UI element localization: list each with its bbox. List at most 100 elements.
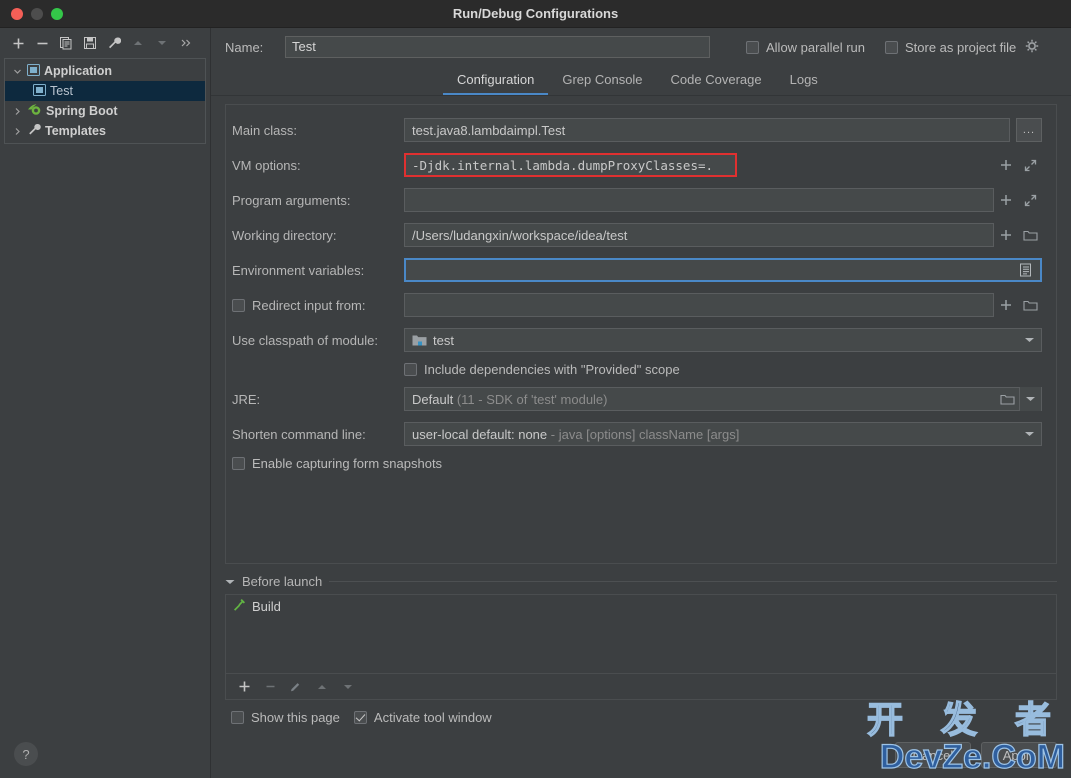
redirect-input-browse-icon[interactable] [1018, 293, 1042, 317]
environment-variables-row: Environment variables: [226, 257, 1056, 283]
window-controls[interactable] [0, 7, 63, 20]
chevron-down-icon[interactable] [1019, 423, 1039, 445]
chevron-double-right-icon[interactable] [176, 33, 196, 53]
include-provided-scope-checkbox[interactable] [404, 363, 417, 376]
working-directory-row: Working directory: /Users/ludangxin/work… [226, 222, 1056, 248]
apply-button[interactable]: Apply [981, 742, 1057, 768]
program-arguments-add-icon[interactable] [994, 188, 1018, 212]
redirect-input-add-icon[interactable] [994, 293, 1018, 317]
before-launch-list[interactable]: Build [225, 594, 1057, 674]
redirect-input-field[interactable] [404, 293, 994, 317]
main-class-input[interactable]: test.java8.lambdaimpl.Test [404, 118, 1010, 142]
spring-boot-icon [27, 103, 42, 119]
before-launch-item-build[interactable]: Build [226, 595, 1056, 617]
configurations-tree[interactable]: Application Test Spring Boot Templates [4, 58, 206, 144]
tab-logs[interactable]: Logs [776, 68, 832, 95]
redirect-input-option[interactable]: Redirect input from: [232, 298, 404, 313]
form-snapshots-option[interactable]: Enable capturing form snapshots [232, 456, 1056, 471]
activate-tool-window-checkbox[interactable] [353, 711, 367, 724]
jre-browse-icon[interactable] [995, 387, 1019, 411]
redirect-input-checkbox[interactable] [232, 298, 245, 312]
before-launch-collapse-icon[interactable] [225, 574, 235, 589]
store-as-project-file-checkbox[interactable] [885, 40, 898, 54]
main-class-browse-button[interactable]: ... [1016, 118, 1042, 142]
wrench-icon[interactable] [104, 33, 124, 53]
vm-options-expand-icon[interactable] [1018, 153, 1042, 177]
before-launch-header[interactable]: Before launch [225, 574, 1057, 589]
name-row: Name: Test Allow parallel run Store as p… [211, 28, 1071, 66]
application-icon [33, 83, 46, 99]
activate-tool-window-option[interactable]: Activate tool window [353, 710, 492, 725]
allow-parallel-run-checkbox[interactable] [746, 40, 759, 54]
jre-hint: (11 - SDK of 'test' module) [456, 391, 608, 407]
hammer-icon [232, 598, 246, 615]
chevron-right-icon[interactable] [11, 127, 23, 136]
save-icon[interactable] [80, 33, 100, 53]
program-arguments-expand-icon[interactable] [1018, 188, 1042, 212]
close-window-button[interactable] [11, 7, 23, 20]
task-move-up-button[interactable] [312, 677, 332, 697]
form-snapshots-checkbox[interactable] [232, 457, 245, 470]
classpath-module-row: Use classpath of module: test [226, 327, 1056, 353]
chevron-down-icon[interactable] [11, 67, 23, 76]
environment-variables-input[interactable] [404, 258, 1042, 282]
jre-combo[interactable]: Default (11 - SDK of 'test' module) [404, 387, 1042, 411]
working-directory-browse-icon[interactable] [1018, 223, 1042, 247]
show-this-page-option[interactable]: Show this page [231, 710, 340, 725]
tab-configuration[interactable]: Configuration [443, 68, 549, 95]
tree-item-label: Test [50, 84, 73, 98]
working-directory-input[interactable]: /Users/ludangxin/workspace/idea/test [404, 223, 994, 247]
before-launch-title: Before launch [242, 574, 323, 589]
classpath-module-combo[interactable]: test [404, 328, 1042, 352]
gear-icon[interactable] [1025, 39, 1039, 56]
include-provided-scope-label: Include dependencies with "Provided" sco… [424, 362, 680, 377]
tree-item-test[interactable]: Test [5, 81, 205, 101]
remove-task-button[interactable] [260, 677, 280, 697]
add-task-button[interactable] [234, 677, 254, 697]
triangle-down-icon[interactable] [152, 33, 172, 53]
jre-row: JRE: Default (11 - SDK of 'test' module) [226, 386, 1056, 412]
environment-variables-edit-icon[interactable] [1013, 258, 1037, 282]
vm-options-input[interactable]: -Djdk.internal.lambda.dumpProxyClasses=. [404, 153, 737, 177]
tree-item-application[interactable]: Application [5, 61, 205, 81]
sidebar-toolbar [0, 28, 210, 58]
chevron-right-icon[interactable] [11, 107, 23, 116]
redirect-input-label: Redirect input from: [252, 297, 366, 313]
task-move-down-button[interactable] [338, 677, 358, 697]
chevron-down-icon[interactable] [1019, 329, 1039, 351]
vm-options-value: -Djdk.internal.lambda.dumpProxyClasses=. [412, 157, 714, 173]
tab-code-coverage[interactable]: Code Coverage [657, 68, 776, 95]
name-input[interactable]: Test [285, 36, 710, 58]
triangle-up-icon[interactable] [128, 33, 148, 53]
program-arguments-row: Program arguments: [226, 187, 1056, 213]
minimize-window-button[interactable] [31, 7, 43, 20]
working-directory-add-icon[interactable] [994, 223, 1018, 247]
allow-parallel-run-option[interactable]: Allow parallel run [746, 40, 865, 55]
tab-grep-console[interactable]: Grep Console [548, 68, 656, 95]
cancel-button[interactable]: Cancel [895, 742, 971, 768]
include-provided-scope-option[interactable]: Include dependencies with "Provided" sco… [404, 362, 1056, 377]
tree-item-spring-boot[interactable]: Spring Boot [5, 101, 205, 121]
remove-configuration-button[interactable] [32, 33, 52, 53]
window-title: Run/Debug Configurations [452, 6, 619, 21]
show-this-page-checkbox[interactable] [231, 711, 244, 724]
vm-options-add-icon[interactable] [994, 153, 1018, 177]
include-provided-scope-row: Include dependencies with "Provided" sco… [226, 362, 1056, 377]
tree-item-templates[interactable]: Templates [5, 121, 205, 141]
before-launch-toolbar [225, 674, 1057, 700]
pencil-icon[interactable] [286, 677, 306, 697]
jre-chevron-down-icon[interactable] [1019, 387, 1041, 411]
program-arguments-input[interactable] [404, 188, 994, 212]
add-configuration-button[interactable] [8, 33, 28, 53]
form-snapshots-label: Enable capturing form snapshots [252, 456, 443, 471]
help-button[interactable]: ? [14, 742, 38, 766]
editor-tabs[interactable]: Configuration Grep Console Code Coverage… [211, 66, 1071, 96]
shorten-command-line-combo[interactable]: user-local default: none - java [options… [404, 422, 1042, 446]
working-directory-buttons [994, 223, 1042, 247]
shorten-command-line-value-wrap: user-local default: none - java [options… [412, 427, 1019, 442]
store-as-project-file-option[interactable]: Store as project file [885, 39, 1039, 56]
copy-icon[interactable] [56, 33, 76, 53]
before-launch-divider [329, 581, 1057, 582]
zoom-window-button[interactable] [51, 7, 63, 20]
name-options: Allow parallel run Store as project file [746, 39, 1039, 56]
